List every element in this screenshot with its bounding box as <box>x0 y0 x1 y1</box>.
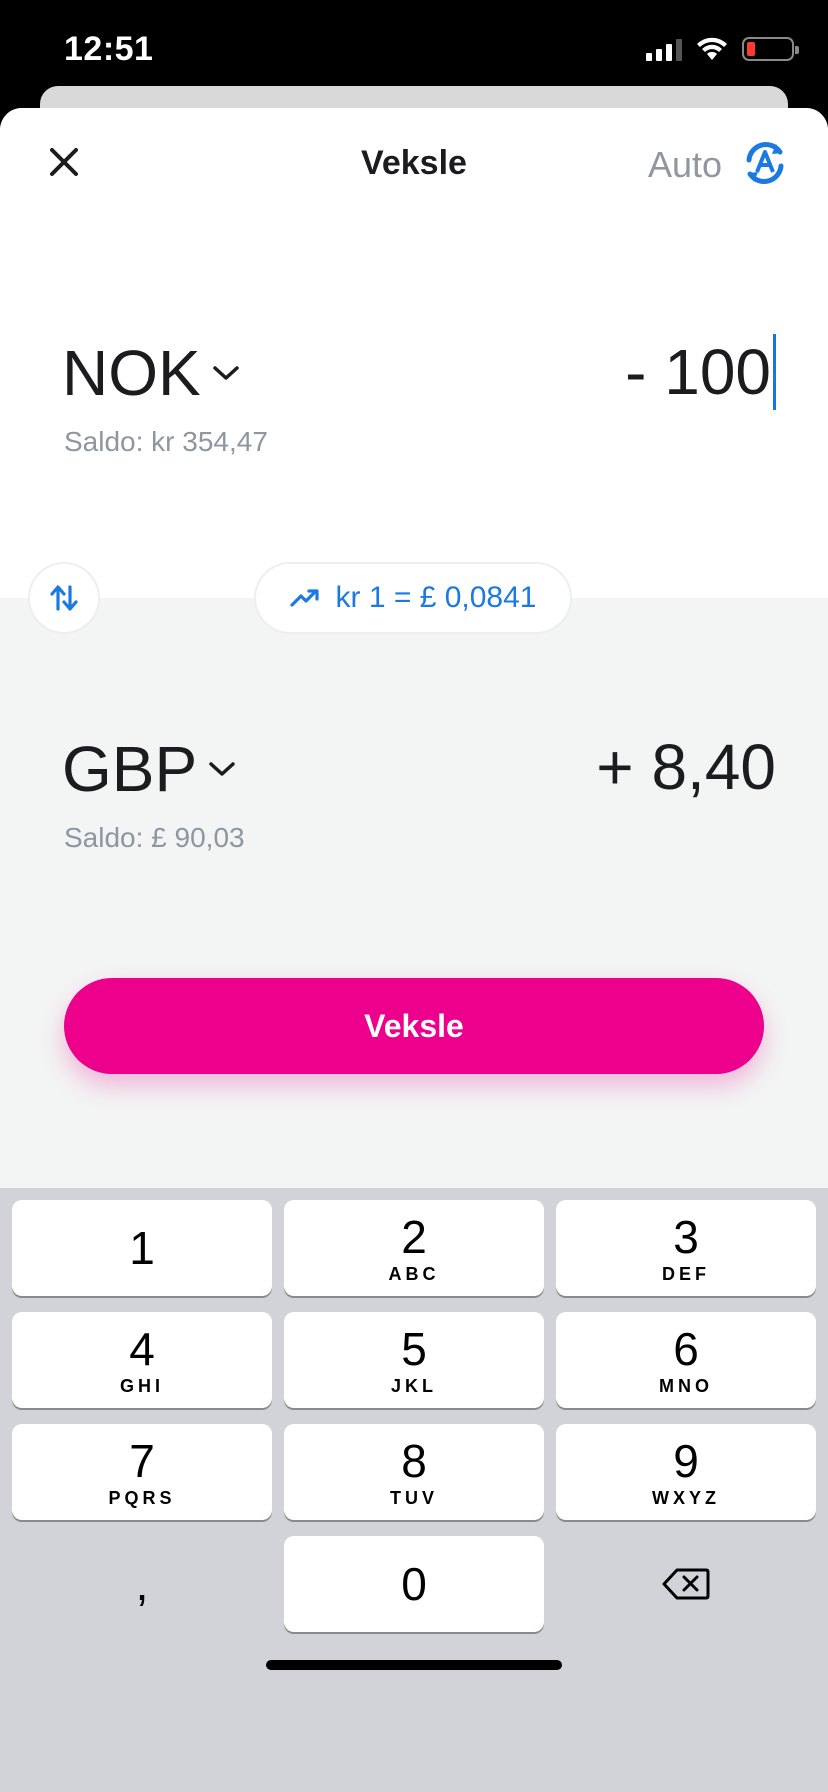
key-5[interactable]: 5 JKL <box>284 1312 544 1408</box>
auto-exchange-button[interactable] <box>740 138 790 188</box>
status-time: 12:51 <box>64 30 154 68</box>
battery-icon <box>742 37 799 61</box>
chevron-down-icon <box>209 762 235 776</box>
backspace-icon <box>662 1568 710 1600</box>
key-3[interactable]: 3 DEF <box>556 1200 816 1296</box>
key-9[interactable]: 9 WXYZ <box>556 1424 816 1520</box>
chevron-down-icon <box>212 366 239 380</box>
key-comma[interactable]: , <box>12 1536 272 1632</box>
key-4[interactable]: 4 GHI <box>12 1312 272 1408</box>
to-amount[interactable]: + 8,40 <box>596 730 776 804</box>
key-6[interactable]: 6 MNO <box>556 1312 816 1408</box>
key-7[interactable]: 7 PQRS <box>12 1424 272 1520</box>
auto-toggle-label[interactable]: Auto <box>648 144 722 186</box>
from-currency-selector[interactable]: NOK <box>62 336 241 410</box>
exchange-rate-text: kr 1 = £ 0,0841 <box>335 581 537 614</box>
from-section: Veksle Auto NOK - 100 Saldo: kr 354,47 <box>0 108 828 598</box>
from-balance: Saldo: kr 354,47 <box>64 426 268 457</box>
swap-currencies-button[interactable] <box>30 564 98 632</box>
cellular-signal-icon <box>646 37 682 61</box>
numeric-keyboard: 1 2 ABC 3 DEF 4 GHI 5 JKL 6 MNO 7 PQRS 8… <box>0 1188 828 1792</box>
exchange-sheet: Veksle Auto NOK - 100 Saldo: kr 354,47 k… <box>0 108 828 1792</box>
key-2[interactable]: 2 ABC <box>284 1200 544 1296</box>
exchange-rate-pill[interactable]: kr 1 = £ 0,0841 <box>256 564 570 632</box>
key-8[interactable]: 8 TUV <box>284 1424 544 1520</box>
wifi-icon <box>697 37 727 60</box>
text-caret <box>773 334 776 410</box>
from-amount-value: - 100 <box>625 336 771 408</box>
key-backspace[interactable] <box>556 1536 816 1632</box>
swap-arrows-icon <box>50 585 78 611</box>
key-1[interactable]: 1 <box>12 1200 272 1296</box>
from-currency-code: NOK <box>62 337 201 409</box>
to-currency-code: GBP <box>62 733 198 805</box>
to-currency-selector[interactable]: GBP <box>62 732 237 806</box>
exchange-button[interactable]: Veksle <box>64 978 764 1074</box>
trending-up-icon <box>289 589 319 607</box>
home-indicator[interactable] <box>266 1660 562 1670</box>
from-amount-input[interactable]: - 100 <box>625 334 776 410</box>
auto-exchange-icon <box>746 142 784 184</box>
status-icons <box>646 34 799 64</box>
to-balance: Saldo: £ 90,03 <box>64 822 245 853</box>
key-0[interactable]: 0 <box>284 1536 544 1632</box>
